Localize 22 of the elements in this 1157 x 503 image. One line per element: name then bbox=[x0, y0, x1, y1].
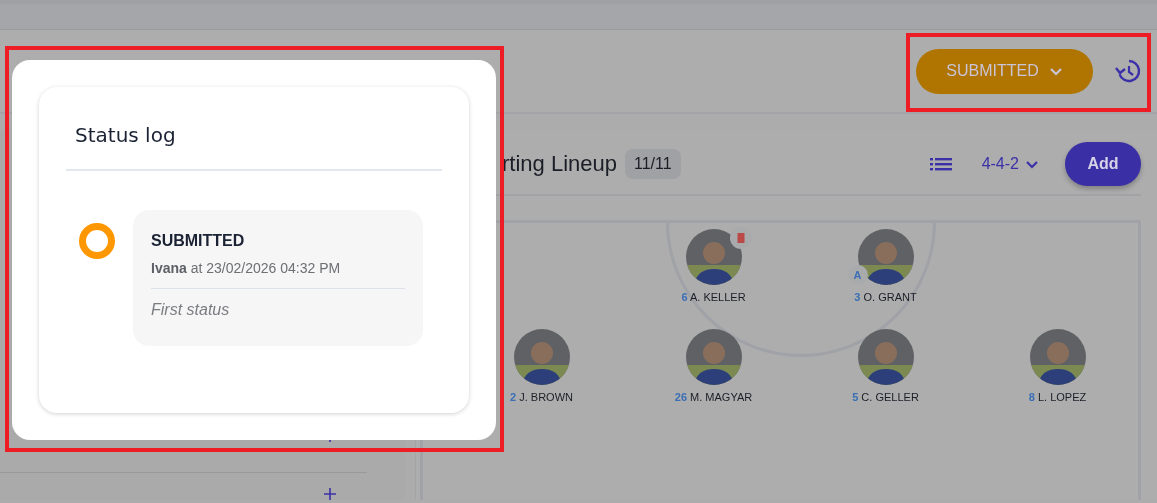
list-icon[interactable] bbox=[929, 156, 952, 172]
entry-meta: Ivana at 23/02/2026 04:32 PM bbox=[151, 260, 342, 276]
entry-note: First status bbox=[151, 301, 231, 319]
player-label: 2 J. BROWN bbox=[510, 391, 573, 403]
status-dropdown[interactable]: SUBMITTED bbox=[916, 48, 1093, 94]
formation-dropdown[interactable]: 4-4-2 bbox=[981, 155, 1039, 173]
dialog-title: Status log bbox=[66, 87, 442, 171]
chevron-down-icon bbox=[1025, 159, 1039, 169]
player-label: 8 L. LOPEZ bbox=[1028, 391, 1087, 403]
captain-badge: A bbox=[847, 265, 868, 285]
section-title: rting Lineup bbox=[502, 151, 617, 177]
add-button[interactable]: Add bbox=[1065, 142, 1141, 186]
chevron-down-icon bbox=[1048, 66, 1063, 76]
player-label: 26 M. MAGYAR bbox=[674, 391, 753, 403]
entry-status: SUBMITTED bbox=[151, 232, 246, 250]
plus-icon bbox=[324, 488, 336, 500]
player-label: 5 C. GELLER bbox=[852, 391, 919, 403]
count-badge: 11/11 bbox=[625, 149, 681, 179]
player-avatar bbox=[685, 229, 742, 285]
history-icon[interactable] bbox=[1115, 58, 1141, 84]
player-label: 6 A. KELLER bbox=[681, 291, 746, 303]
player-label: 3 O. GRANT bbox=[854, 291, 917, 303]
